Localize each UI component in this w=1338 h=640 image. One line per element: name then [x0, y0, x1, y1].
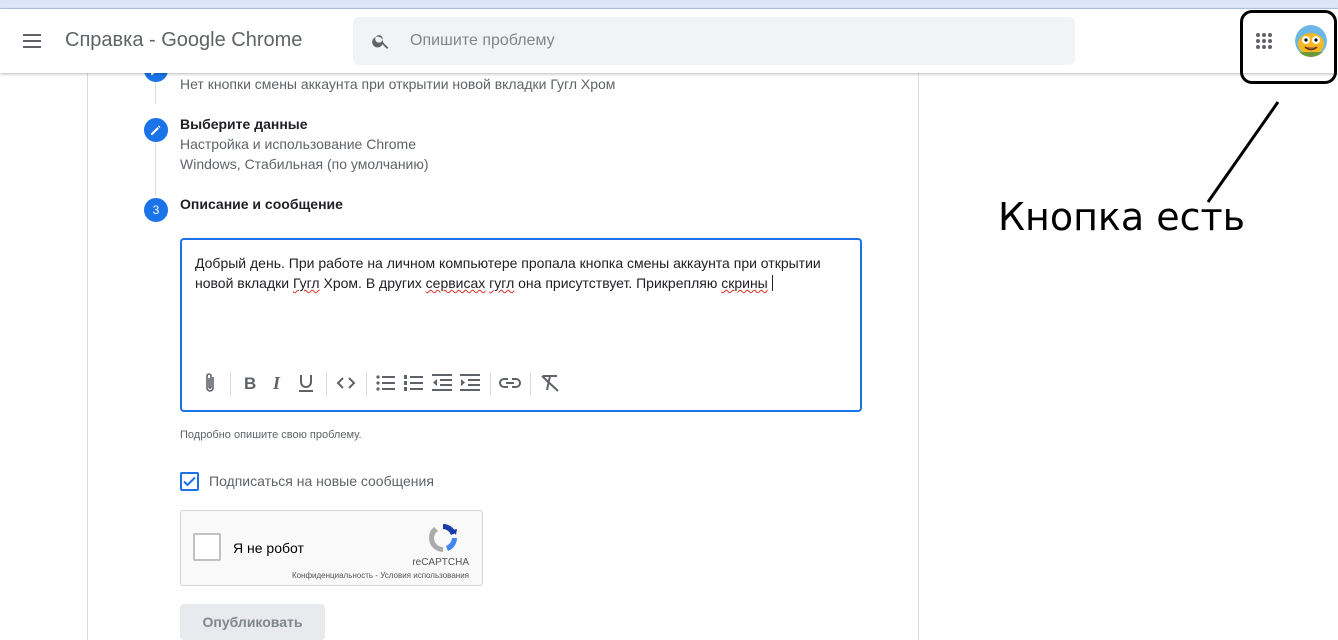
annotation-pointer-line	[1206, 101, 1280, 203]
